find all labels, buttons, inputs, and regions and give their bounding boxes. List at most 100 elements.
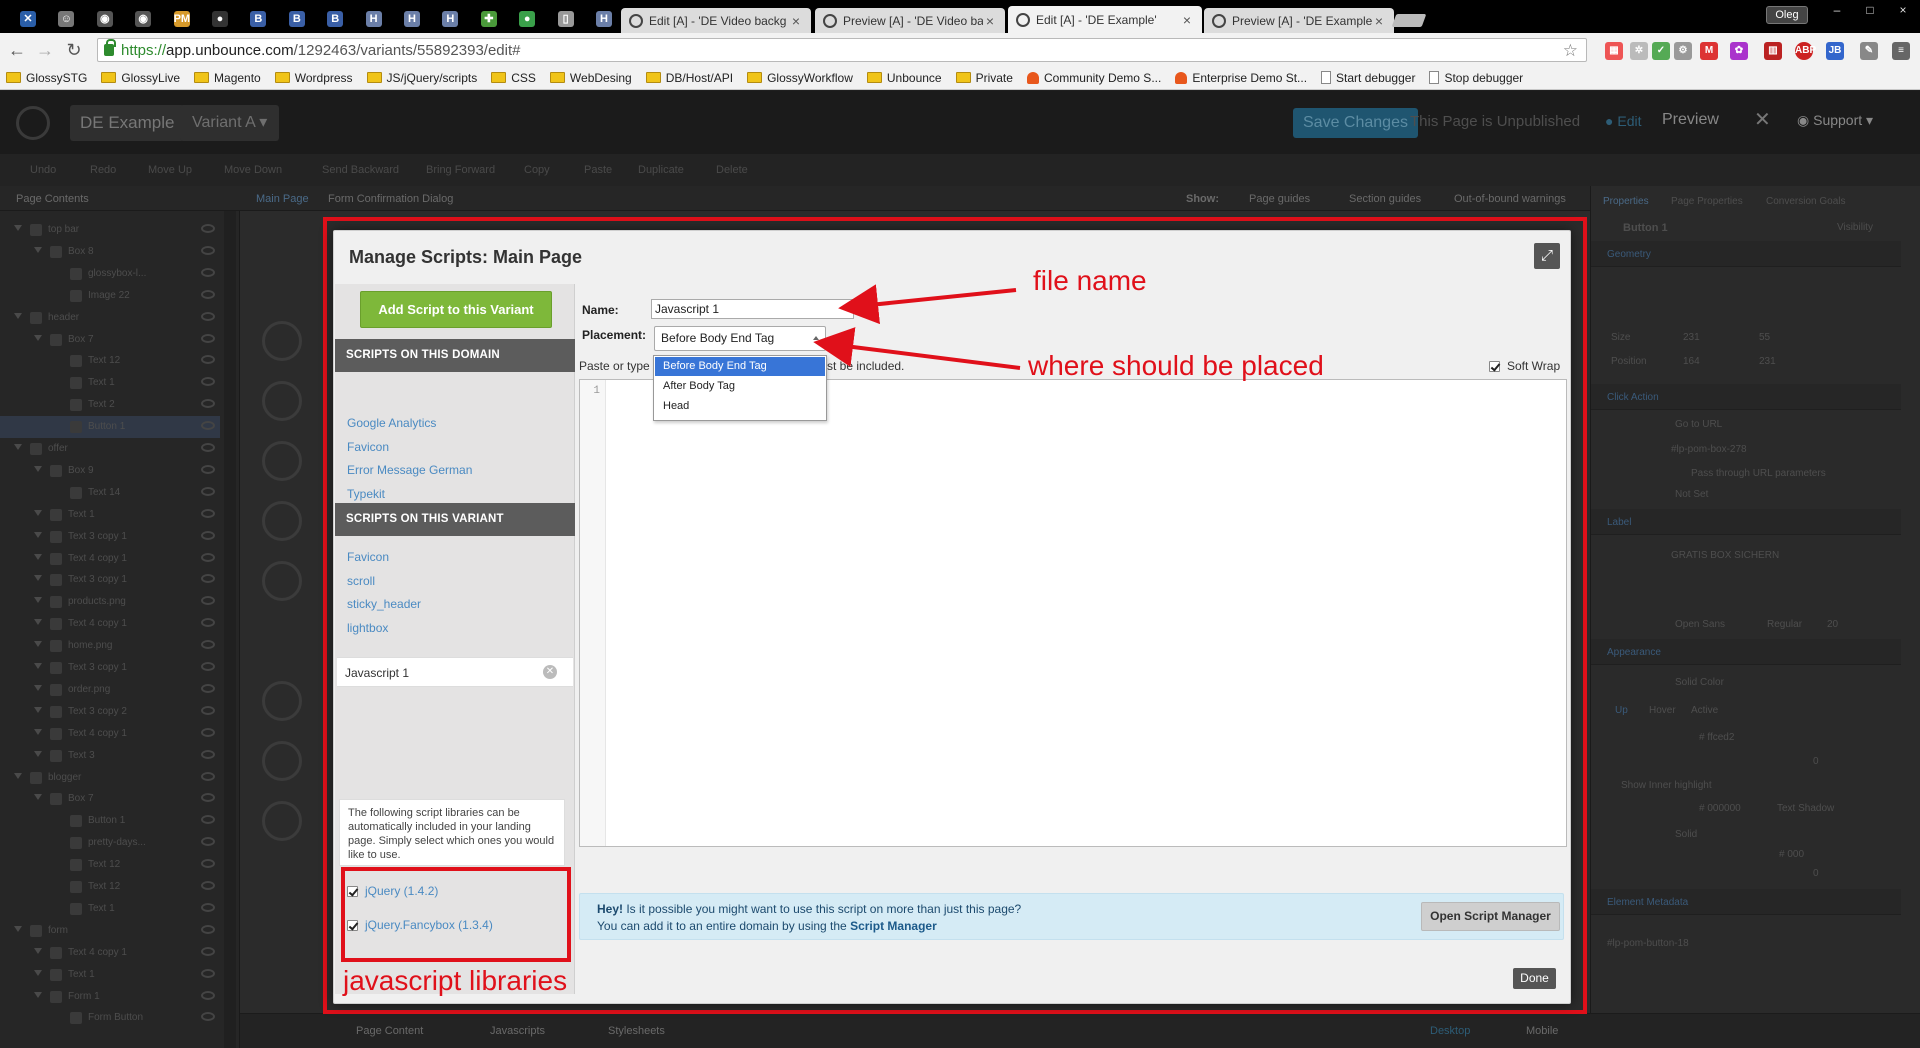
visibility-eye-icon[interactable] (201, 596, 215, 606)
expand-toggle-icon[interactable] (34, 706, 42, 713)
tool-icon[interactable] (262, 561, 302, 601)
tab-edit-example[interactable]: Edit [A] - 'DE Example' × (1008, 6, 1202, 33)
close-editor-icon[interactable]: ✕ (1754, 107, 1771, 132)
close-tab-icon[interactable]: × (1372, 13, 1386, 29)
bookmark-item[interactable]: Unbounce (866, 71, 942, 85)
pinned-tab[interactable]: PM (166, 8, 198, 30)
remove-script-icon[interactable]: ✕ (543, 665, 557, 679)
visibility-eye-icon[interactable] (201, 946, 215, 956)
edit-link[interactable]: ● Edit (1605, 113, 1641, 129)
maximize-icon[interactable]: □ (1853, 0, 1887, 20)
pinned-tab[interactable]: H (434, 8, 466, 30)
tool-icon[interactable] (262, 801, 302, 841)
close-tab-icon[interactable]: × (983, 13, 997, 29)
tree-row[interactable]: order.png (0, 679, 220, 701)
script-name-input[interactable] (651, 299, 854, 319)
label-text-field[interactable]: GRATIS BOX SICHERN (1671, 550, 1779, 561)
bookmark-item[interactable]: Private (955, 71, 1013, 85)
tab-properties[interactable]: Properties (1603, 196, 1649, 207)
save-changes-button[interactable]: Save Changes (1293, 108, 1418, 138)
pinned-tab[interactable]: ✕ (12, 8, 44, 30)
tree-row[interactable]: Text 4 copy 1 (0, 548, 220, 570)
placement-option[interactable]: Before Body End Tag (655, 357, 825, 376)
tree-row[interactable]: Text 4 copy 1 (0, 613, 220, 635)
expand-toggle-icon[interactable] (34, 750, 42, 757)
tree-row[interactable]: Text 4 copy 1 (0, 942, 220, 964)
bookmark-item[interactable]: Magento (194, 71, 261, 85)
visibility-eye-icon[interactable] (201, 245, 215, 255)
action-delete[interactable]: Delete (716, 164, 748, 176)
expand-toggle-icon[interactable] (34, 597, 42, 604)
bookmark-item[interactable]: GlossyWorkflow (747, 71, 853, 85)
expand-toggle-icon[interactable] (14, 225, 22, 231)
visibility-toggle[interactable]: Visibility (1837, 222, 1873, 233)
expand-icon[interactable]: ⤢ (1534, 243, 1560, 269)
pinned-tab[interactable]: ● (511, 8, 543, 30)
visibility-eye-icon[interactable] (201, 1012, 215, 1022)
bookmark-item[interactable]: DB/Host/API (645, 71, 733, 85)
unbounce-logo[interactable] (16, 106, 50, 140)
expand-toggle-icon[interactable] (34, 684, 42, 691)
visibility-eye-icon[interactable] (201, 902, 215, 912)
visibility-eye-icon[interactable] (201, 289, 215, 299)
expand-toggle-icon[interactable] (34, 334, 42, 341)
expand-toggle-icon[interactable] (34, 619, 42, 626)
expand-toggle-icon[interactable] (34, 509, 42, 516)
variant-script-link[interactable]: Favicon (347, 550, 389, 564)
visibility-eye-icon[interactable] (201, 815, 215, 825)
expand-toggle-icon[interactable] (14, 444, 22, 450)
tree-row[interactable]: Text 1 (0, 964, 220, 986)
minimize-icon[interactable]: – (1820, 0, 1854, 20)
pos-l[interactable]: 164 (1683, 356, 1700, 367)
tree-row[interactable]: glossybox-l... (0, 263, 220, 285)
tree-row[interactable]: Text 14 (0, 482, 220, 504)
extension-icon[interactable]: ✓ (1652, 42, 1670, 60)
settings-icon[interactable]: ⚙ (1674, 42, 1692, 60)
address-bar[interactable]: https://app.unbounce.com/1292463/variant… (97, 38, 1587, 62)
extension-icon[interactable]: ✎ (1860, 42, 1878, 60)
tool-icon[interactable] (262, 381, 302, 421)
state-tab-active[interactable]: Active (1691, 705, 1718, 716)
soft-wrap-checkbox[interactable] (1489, 360, 1500, 372)
expand-toggle-icon[interactable] (14, 925, 22, 932)
support-menu[interactable]: ◉ Support ▾ (1797, 112, 1873, 129)
action-move-down[interactable]: Move Down (224, 164, 282, 176)
tab-javascripts[interactable]: Javascripts (490, 1025, 545, 1037)
bookmark-item[interactable]: Stop debugger (1429, 71, 1523, 85)
action-send-backward[interactable]: Send Backward (322, 164, 399, 176)
tab-main-page[interactable]: Main Page (256, 193, 309, 205)
visibility-eye-icon[interactable] (201, 705, 215, 715)
bookmark-item[interactable]: CSS (491, 71, 536, 85)
tree-row[interactable]: offer (0, 438, 220, 460)
visibility-eye-icon[interactable] (201, 837, 215, 847)
visibility-eye-icon[interactable] (201, 574, 215, 584)
current-script-item[interactable]: Javascript 1 ✕ (337, 657, 573, 687)
tree-row[interactable]: Button 1 (0, 810, 220, 832)
add-script-button[interactable]: Add Script to this Variant (360, 291, 552, 328)
tab-stylesheets[interactable]: Stylesheets (608, 1025, 665, 1037)
visibility-eye-icon[interactable] (201, 530, 215, 540)
domain-script-link[interactable]: Typekit (347, 487, 385, 501)
tree-row[interactable]: Text 1 (0, 898, 220, 920)
tree-row[interactable]: pretty-days... (0, 832, 220, 854)
visibility-eye-icon[interactable] (201, 727, 215, 737)
pinned-tab[interactable]: H (358, 8, 390, 30)
tree-row[interactable]: Form 1 (0, 986, 220, 1008)
pinned-tab[interactable]: ▯ (550, 8, 582, 30)
tool-icon[interactable] (262, 501, 302, 541)
gear-icon[interactable]: ✲ (1630, 42, 1648, 60)
pinned-tab[interactable]: ☺ (50, 8, 82, 30)
border-style-select[interactable]: Solid (1675, 829, 1697, 840)
expand-toggle-icon[interactable] (34, 553, 42, 560)
click-action-section[interactable]: Click Action (1591, 384, 1901, 410)
visibility-eye-icon[interactable] (201, 421, 215, 431)
extension-icon[interactable]: ▥ (1764, 42, 1782, 60)
expand-toggle-icon[interactable] (34, 663, 42, 669)
state-tab-hover[interactable]: Hover (1649, 705, 1676, 716)
visibility-eye-icon[interactable] (201, 333, 215, 343)
size-h[interactable]: 55 (1759, 332, 1770, 343)
visibility-eye-icon[interactable] (201, 881, 215, 890)
extension-icon[interactable]: ▦ (1605, 42, 1623, 60)
tree-row[interactable]: Text 1 (0, 504, 220, 526)
tree-row[interactable]: home.png (0, 635, 220, 657)
